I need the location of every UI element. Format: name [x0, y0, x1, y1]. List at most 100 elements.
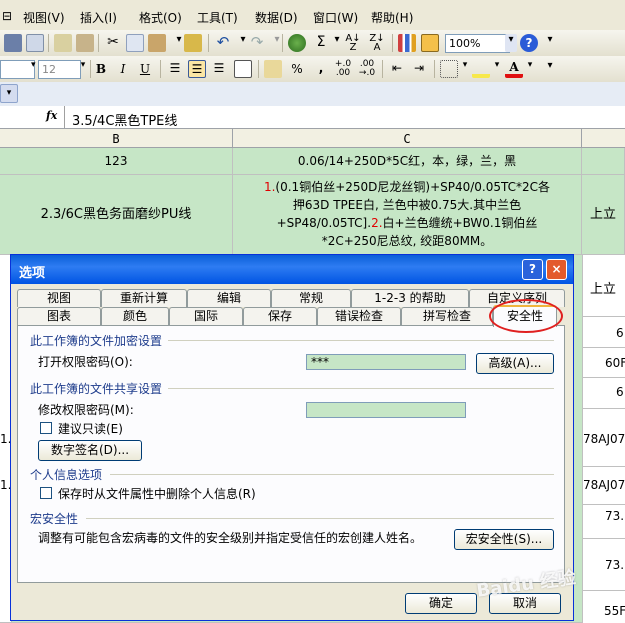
macro-security-button[interactable]: 宏安全性(S)... [454, 529, 554, 550]
column-header-d[interactable] [581, 128, 625, 148]
cell-right9: 73. [605, 558, 625, 572]
fx-icon[interactable]: fx [46, 109, 57, 122]
tab-calculation[interactable]: 重新计算 [101, 289, 187, 307]
column-header-b[interactable]: B [0, 128, 233, 148]
section-encryption: 此工作簿的文件加密设置 [30, 334, 163, 348]
align-center-icon[interactable]: ☰ [188, 60, 206, 78]
formula-input[interactable]: 3.5/4C黑色TPE线 [72, 110, 177, 129]
decrease-decimal-icon[interactable]: .00 →.0 [358, 60, 376, 78]
borders-dropdown-icon[interactable]: ▾ [460, 60, 470, 78]
font-name-select[interactable] [0, 60, 35, 79]
borders-icon[interactable] [440, 60, 458, 78]
print-icon[interactable] [4, 34, 22, 52]
tab-color[interactable]: 颜色 [101, 307, 169, 325]
increase-indent-icon[interactable]: ⇥ [410, 60, 428, 78]
toolbar-chevron-icon[interactable]: ▾ [0, 84, 18, 103]
tab-edit[interactable]: 编辑 [187, 289, 271, 307]
dialog-title: 选项 [19, 266, 46, 281]
modify-password-field[interactable] [306, 402, 466, 418]
chart-wizard-icon[interactable] [398, 34, 416, 52]
tab-view[interactable]: 视图 [17, 289, 101, 307]
align-right-icon[interactable]: ☰ [210, 60, 228, 78]
zoom-select[interactable]: 100% [445, 34, 510, 53]
cell-right4: 60F [605, 356, 625, 370]
close-button[interactable]: × [546, 259, 567, 280]
undo-icon[interactable]: ↶ [214, 34, 232, 52]
comma-icon[interactable]: , [312, 60, 330, 78]
open-password-label: 打开权限密码(O): [38, 355, 133, 369]
help-button[interactable]: ? [522, 259, 543, 280]
increase-decimal-icon[interactable]: +.0.00 [334, 60, 352, 78]
cell-d2[interactable]: 上立 [582, 175, 625, 255]
tab-general[interactable]: 常规 [271, 289, 351, 307]
font-color-dropdown-icon[interactable]: ▾ [525, 60, 535, 78]
decrease-indent-icon[interactable]: ⇤ [388, 60, 406, 78]
tab-international[interactable]: 国际 [169, 307, 243, 325]
font-color-icon[interactable]: A [505, 60, 523, 78]
remove-info-label: 保存时从文件属性中删除个人信息(R) [58, 487, 256, 501]
hyperlink-icon[interactable] [288, 34, 306, 52]
menu-data[interactable]: 数据(D) [255, 9, 298, 26]
sort-ascending-icon[interactable]: A↓ Z [344, 34, 362, 53]
cell-b2[interactable]: 2.3/6C黑色务面磨纱PU线 [0, 175, 233, 255]
bold-button[interactable]: B [92, 60, 110, 78]
cell-b1[interactable]: 123 [0, 148, 233, 175]
tab-chart[interactable]: 图表 [17, 307, 101, 325]
cell-right3: 6 [616, 326, 624, 340]
align-left-icon[interactable]: ☰ [166, 60, 184, 78]
cell-c2-line1: (0.1铜伯丝+250D尼龙丝铜)+SP40/0.05TC*2C各 [275, 180, 551, 194]
font-size-select[interactable]: 12 [38, 60, 81, 79]
remove-info-checkbox[interactable] [40, 487, 52, 499]
tab-spelling[interactable]: 拼写检查 [401, 307, 493, 325]
column-header-c[interactable]: C [232, 128, 582, 148]
font-name-dropdown-icon[interactable]: ▾ [31, 60, 37, 78]
cell-c1[interactable]: 0.06/14+250D*5C红，本，绿，兰，黑 [233, 148, 582, 175]
menu-tools[interactable]: 工具(T) [197, 9, 238, 26]
zoom-dropdown-icon[interactable]: ▾ [505, 34, 517, 52]
menu-item-partial[interactable]: ⊟ [2, 9, 12, 23]
fill-color-icon[interactable] [472, 60, 490, 78]
dialog-title-bar[interactable]: 选项 ? × [11, 255, 573, 284]
menu-window[interactable]: 窗口(W) [313, 9, 358, 26]
format-painter-icon[interactable] [184, 34, 202, 52]
spellcheck-icon[interactable] [54, 34, 72, 52]
toolbar2-options-icon[interactable]: ▾ [541, 60, 559, 78]
redo-icon[interactable]: ↷ [248, 34, 266, 52]
sort-descending-icon[interactable]: Z↓ A [368, 34, 386, 53]
redo-dropdown-icon[interactable]: ▾ [268, 34, 286, 52]
cell-d1[interactable] [582, 148, 625, 175]
tab-save[interactable]: 保存 [243, 307, 317, 325]
font-size-dropdown-icon[interactable]: ▾ [78, 60, 88, 78]
advanced-button[interactable]: 高级(A)... [476, 353, 554, 374]
cut-icon[interactable]: ✂ [104, 34, 122, 52]
cell-c2[interactable]: 1.(0.1铜伯丝+250D尼龙丝铜)+SP40/0.05TC*2C各 押63D… [233, 175, 582, 255]
open-password-field[interactable]: *** [306, 354, 466, 370]
cell-c2-line3b: 白+兰色缠统+BW0.1铜伯丝 [382, 216, 538, 230]
italic-button[interactable]: I [114, 60, 132, 78]
drawing-icon[interactable] [421, 34, 439, 52]
print-preview-icon[interactable] [26, 34, 44, 52]
standard-toolbar: ✂ ▾ ↶ ▾ ↷ ▾ Σ ▾ A↓ Z Z↓ A 100% ▾ ? ▾ [0, 30, 625, 57]
paste-icon[interactable] [148, 34, 166, 52]
fill-color-dropdown-icon[interactable]: ▾ [492, 60, 502, 78]
help-icon[interactable]: ? [520, 34, 538, 52]
menu-help[interactable]: 帮助(H) [371, 9, 413, 26]
menu-format[interactable]: 格式(O) [139, 9, 182, 26]
menu-insert[interactable]: 插入(I) [80, 9, 117, 26]
percent-icon[interactable]: % [288, 60, 306, 78]
digital-signature-button[interactable]: 数字签名(D)... [38, 440, 142, 461]
cell-right6: 78AJ07 [583, 432, 625, 446]
underline-button[interactable]: U [136, 60, 154, 78]
ok-button[interactable]: 确定 [405, 593, 477, 614]
merge-center-icon[interactable] [234, 60, 252, 78]
copy-icon[interactable] [126, 34, 144, 52]
currency-icon[interactable] [264, 60, 282, 78]
macro-description: 调整有可能包含宏病毒的文件的安全级别并指定受信任的宏创建人姓名。 [38, 531, 423, 545]
toolbar-options-icon[interactable]: ▾ [541, 34, 559, 52]
research-icon[interactable] [76, 34, 94, 52]
readonly-checkbox[interactable] [40, 422, 52, 434]
tab-lotus-help[interactable]: 1-2-3 的帮助 [351, 289, 469, 307]
tab-error-checking[interactable]: 错误检查 [317, 307, 401, 325]
cell-right8: 73. [605, 509, 625, 523]
menu-view[interactable]: 视图(V) [23, 9, 65, 26]
